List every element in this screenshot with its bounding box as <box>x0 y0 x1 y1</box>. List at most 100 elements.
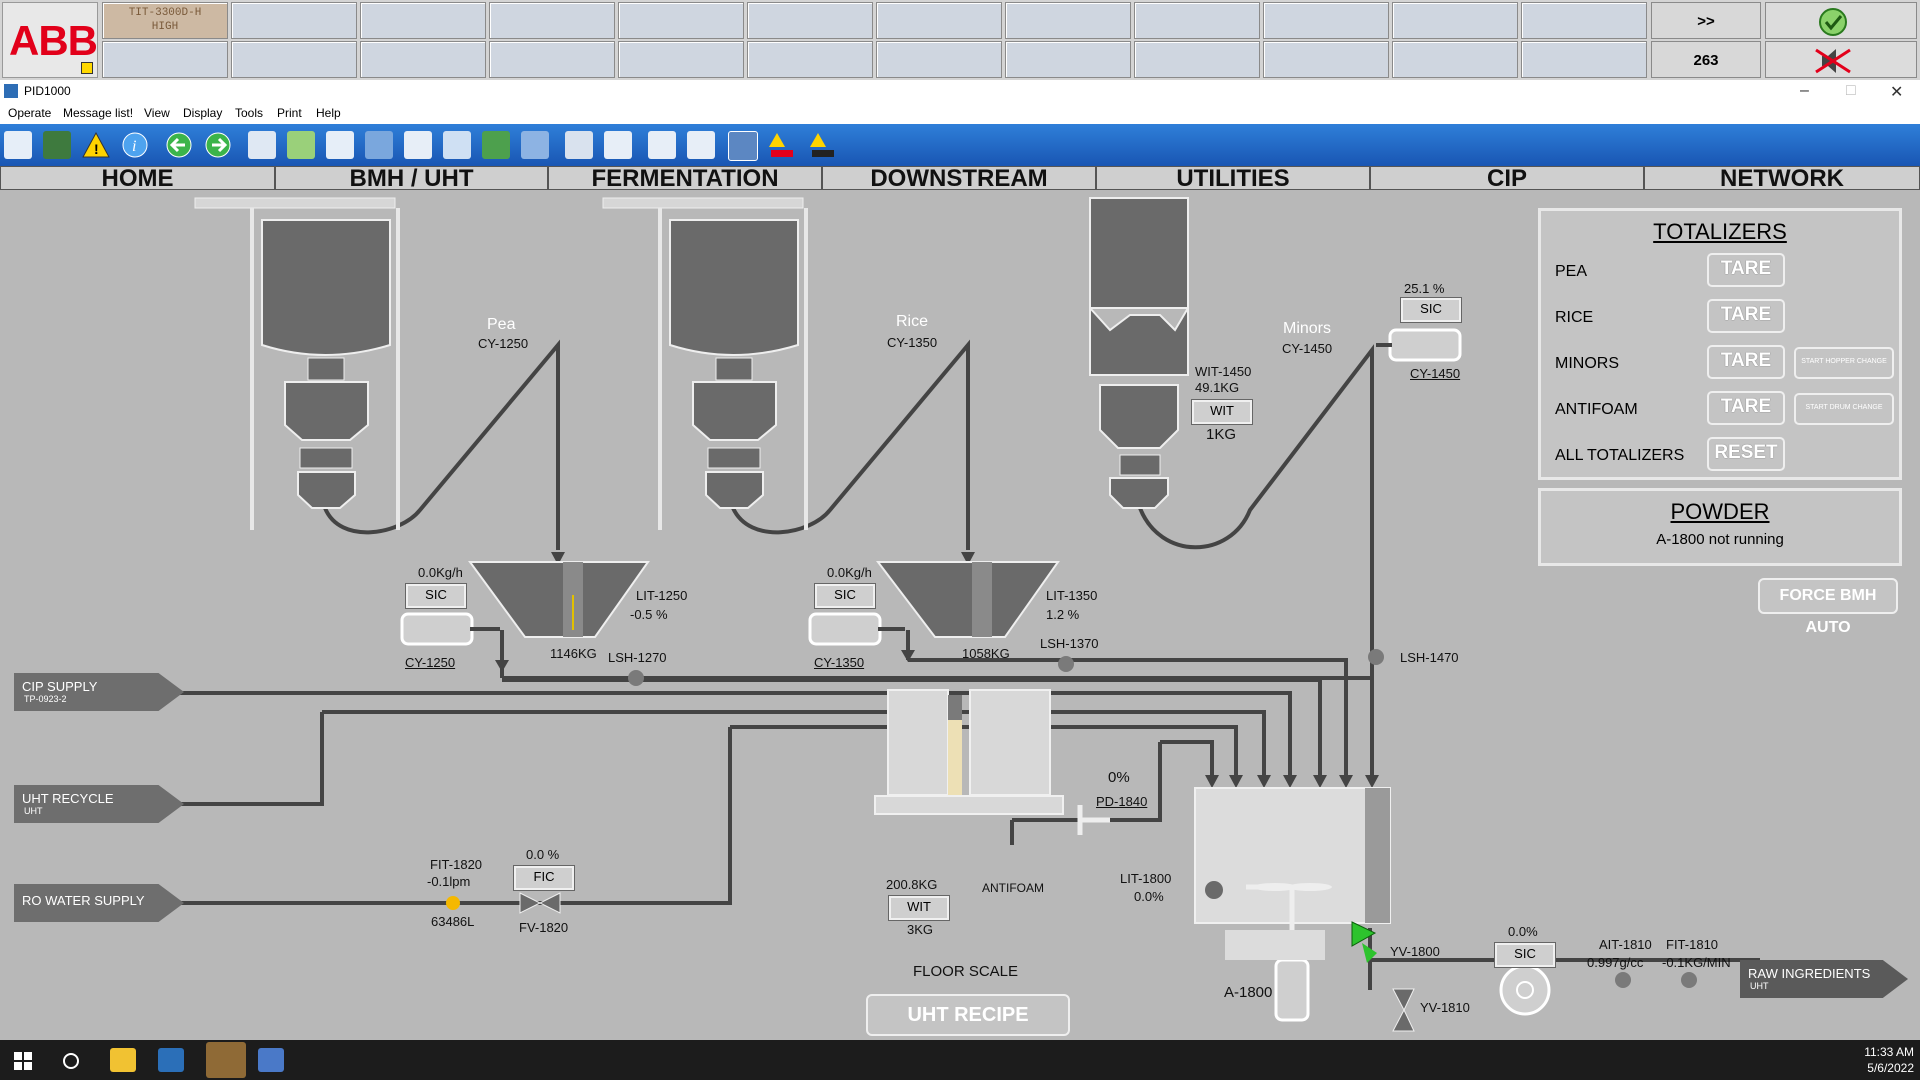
tab-network[interactable]: NETWORK <box>1644 166 1920 191</box>
alarm-cell[interactable] <box>360 41 486 78</box>
tab-cip[interactable]: CIP <box>1370 166 1644 191</box>
close-button[interactable]: ✕ <box>1890 82 1903 102</box>
pump-sic-button[interactable]: SIC <box>1494 942 1556 968</box>
maximize-button[interactable]: □ <box>1846 82 1856 100</box>
silence-horn-button[interactable] <box>1765 41 1917 78</box>
alarm-cell[interactable] <box>618 2 744 39</box>
alarm-cell-first[interactable]: TIT-3300D-H HIGH <box>102 2 228 39</box>
keyboard-icon[interactable] <box>565 131 593 159</box>
pea-bulk-bag-station <box>194 197 400 530</box>
calendar-check-icon[interactable] <box>521 131 549 159</box>
alarm-cell[interactable] <box>231 2 357 39</box>
document-icon[interactable] <box>248 131 276 159</box>
alarm-cell[interactable] <box>489 2 615 39</box>
alarm-cell[interactable] <box>747 41 873 78</box>
acknowledge-button[interactable] <box>1765 2 1917 39</box>
minors-motor-tag[interactable]: CY-1450 <box>1410 366 1460 381</box>
alarm-cell[interactable] <box>747 2 873 39</box>
start-drum-change-button[interactable]: START DRUM CHANGE <box>1794 393 1894 425</box>
cip-supply-link[interactable]: CIP SUPPLY TP-0923-2 <box>14 673 184 711</box>
tile-windows-icon[interactable] <box>687 131 715 159</box>
menu-tools[interactable]: Tools <box>235 106 263 120</box>
plant-tree-icon[interactable] <box>43 131 71 159</box>
alarm-cell[interactable] <box>489 41 615 78</box>
alarm-cell[interactable] <box>876 2 1002 39</box>
calendar-grid-icon[interactable] <box>326 131 354 159</box>
alarm-cell[interactable] <box>1134 41 1260 78</box>
pea-receiver-hopper <box>468 561 650 638</box>
faceplate-icon[interactable] <box>287 131 315 159</box>
pd-1840-tag[interactable]: PD-1840 <box>1096 794 1147 809</box>
wit-1450-button[interactable]: WIT <box>1191 399 1253 425</box>
tare-pea-button[interactable]: TARE <box>1707 253 1785 287</box>
uht-recycle-link[interactable]: UHT RECYCLE UHT <box>14 785 184 823</box>
alarm-red-icon[interactable] <box>767 131 795 159</box>
yv-1800-tag: YV-1800 <box>1390 944 1440 959</box>
trend-window-icon[interactable] <box>365 131 393 159</box>
tare-minors-button[interactable]: TARE <box>1707 345 1785 379</box>
tab-fermentation[interactable]: FERMENTATION <box>548 166 822 191</box>
forward-arrow-icon[interactable] <box>204 131 232 159</box>
fic-1820-button[interactable]: FIC <box>513 865 575 891</box>
search-circle-icon[interactable] <box>62 1052 80 1070</box>
menu-operate[interactable]: Operate <box>8 106 51 120</box>
chart-add-icon[interactable] <box>604 131 632 159</box>
warning-icon[interactable]: ! <box>82 131 110 159</box>
reset-totalizers-button[interactable]: RESET <box>1707 437 1785 471</box>
abb-logo[interactable]: ABB <box>2 2 98 78</box>
menu-view[interactable]: View <box>144 106 170 120</box>
raw-ingredients-link[interactable]: RAW INGREDIENTS UHT <box>1740 960 1908 998</box>
menu-message-list[interactable]: Message list! <box>63 106 133 120</box>
alarm-cell[interactable] <box>231 41 357 78</box>
globe-icon[interactable] <box>482 131 510 159</box>
tab-bmh-uht[interactable]: BMH / UHT <box>275 166 548 191</box>
pea-motor-tag[interactable]: CY-1250 <box>405 655 455 670</box>
tare-rice-button[interactable]: TARE <box>1707 299 1785 333</box>
alarm-list-icon[interactable] <box>728 131 758 161</box>
more-alarms-button[interactable]: >> <box>1651 2 1761 39</box>
alarm-cell[interactable] <box>1005 2 1131 39</box>
pea-sic-button[interactable]: SIC <box>405 583 467 609</box>
tab-utilities[interactable]: UTILITIES <box>1096 166 1370 191</box>
list-config-icon[interactable] <box>443 131 471 159</box>
remote-desktop-icon[interactable] <box>258 1048 284 1072</box>
windows-start-icon[interactable] <box>14 1052 32 1070</box>
alarm-cell[interactable] <box>1263 41 1389 78</box>
alarm-cell[interactable] <box>1263 2 1389 39</box>
minors-sic-button[interactable]: SIC <box>1400 297 1462 323</box>
info-icon[interactable]: i <box>121 131 149 159</box>
minimize-button[interactable]: – <box>1800 82 1809 100</box>
file-explorer-icon[interactable] <box>110 1048 136 1072</box>
uht-recipe-button[interactable]: UHT RECIPE <box>866 994 1070 1036</box>
alarm-cell[interactable] <box>1392 41 1518 78</box>
alarm-cell[interactable] <box>1521 41 1647 78</box>
abb-operator-icon[interactable] <box>206 1042 246 1078</box>
edit-note-icon[interactable] <box>404 131 432 159</box>
grid-view-icon[interactable] <box>4 131 32 159</box>
powder-title: POWDER <box>1670 499 1770 524</box>
menu-display[interactable]: Display <box>183 106 222 120</box>
rice-sic-button[interactable]: SIC <box>814 583 876 609</box>
back-arrow-icon[interactable] <box>165 131 193 159</box>
tab-downstream[interactable]: DOWNSTREAM <box>822 166 1096 191</box>
alarm-cell[interactable] <box>102 41 228 78</box>
menu-print[interactable]: Print <box>277 106 302 120</box>
alarm-cell[interactable] <box>1392 2 1518 39</box>
start-hopper-change-button[interactable]: START HOPPER CHANGE <box>1794 347 1894 379</box>
alarm-cell[interactable] <box>876 41 1002 78</box>
tare-antifoam-button[interactable]: TARE <box>1707 391 1785 425</box>
force-bmh-auto-button[interactable]: FORCE BMH AUTO <box>1758 578 1898 636</box>
menu-help[interactable]: Help <box>316 106 341 120</box>
tab-home[interactable]: HOME <box>0 166 275 191</box>
ro-water-supply-link[interactable]: RO WATER SUPPLY <box>14 884 184 922</box>
rice-motor-tag[interactable]: CY-1350 <box>814 655 864 670</box>
alarm-cell[interactable] <box>1134 2 1260 39</box>
alarm-cell[interactable] <box>618 41 744 78</box>
alarm-cell[interactable] <box>1521 2 1647 39</box>
alarm-shelve-icon[interactable] <box>808 131 836 159</box>
alarm-cell[interactable] <box>1005 41 1131 78</box>
cascade-windows-icon[interactable] <box>648 131 676 159</box>
alarm-cell[interactable] <box>360 2 486 39</box>
floor-scale-wit-button[interactable]: WIT <box>888 895 950 921</box>
abb-config-icon[interactable] <box>158 1048 184 1072</box>
